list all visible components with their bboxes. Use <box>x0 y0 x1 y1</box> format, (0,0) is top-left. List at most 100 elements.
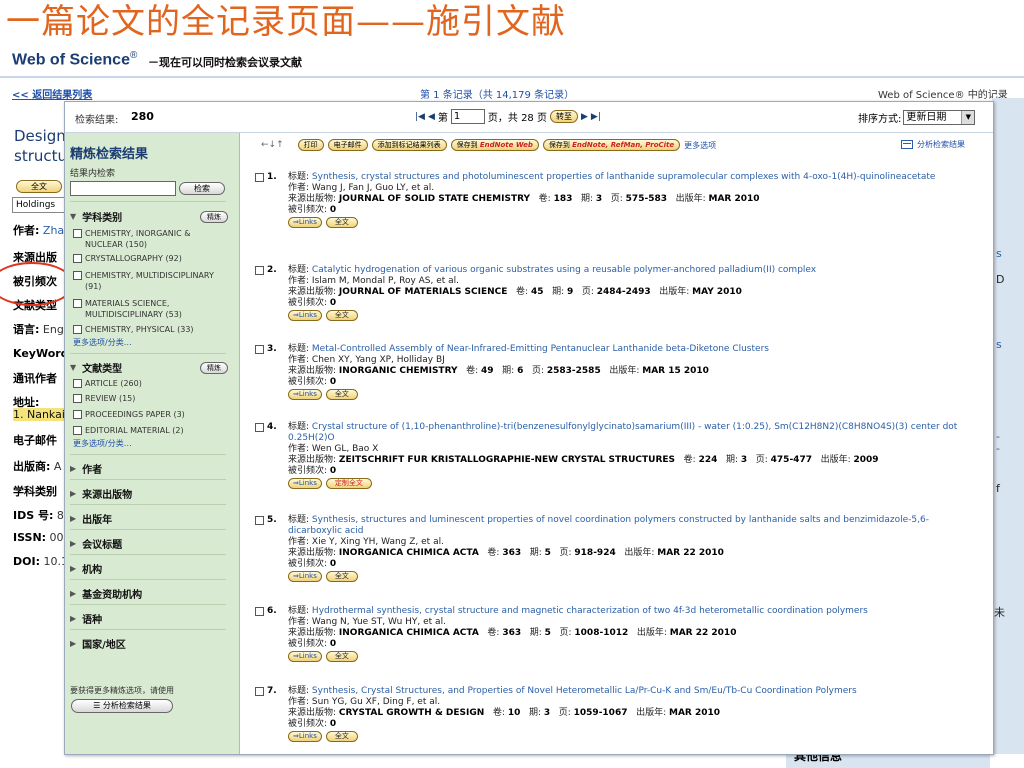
print-button[interactable]: 打印 <box>297 139 324 151</box>
holdings-select[interactable]: Holdings <box>12 197 71 213</box>
subject-category-item[interactable]: CHEMISTRY, PHYSICAL (33) <box>73 324 221 335</box>
more-options-link[interactable]: 更多选项/分类… <box>73 438 132 449</box>
doctype-item[interactable]: REVIEW (15) <box>73 393 221 404</box>
back-to-results-link[interactable]: << 返回结果列表 <box>12 86 92 101</box>
page-number-input[interactable]: 1 <box>450 109 485 124</box>
subject-category-item[interactable]: CHEMISTRY, MULTIDISCIPLINARY (91) <box>73 270 221 292</box>
checkbox[interactable] <box>73 410 82 419</box>
links-button[interactable]: ⇒Links <box>288 731 322 742</box>
result-title-link[interactable]: Synthesis, crystal structures and photol… <box>312 172 936 182</box>
results-count: 280 <box>131 110 154 123</box>
author-label: 作者: <box>288 617 310 627</box>
checkbox[interactable] <box>255 516 264 525</box>
checkbox[interactable] <box>255 173 264 182</box>
vol-label: 卷: <box>487 628 500 638</box>
doctype-item[interactable]: EDITORIAL MATERIAL (2) <box>73 425 221 436</box>
collapsed-facet-header[interactable]: ▶ 出版年 <box>70 511 230 526</box>
fulltext-button[interactable]: 全文 <box>325 217 358 228</box>
go-to-page-button[interactable]: 转至 <box>549 110 578 123</box>
checkbox[interactable] <box>73 299 82 308</box>
links-button[interactable]: ⇒Links <box>288 478 322 489</box>
fulltext-button[interactable]: 全文 <box>325 731 358 742</box>
checkbox[interactable] <box>255 687 264 696</box>
endnote-web-label: EndNote Web <box>479 141 533 149</box>
pages-label: 页: <box>559 548 572 558</box>
result-cited-line: 被引频次: 0 <box>288 466 982 477</box>
title-label: 标题: <box>288 422 310 432</box>
collapsed-facet-header[interactable]: ▶ 来源出版物 <box>70 486 230 501</box>
links-button[interactable]: ⇒Links <box>288 651 322 662</box>
result-source: ZEITSCHRIFT FUR KRISTALLOGRAPHIE-NEW CRY… <box>338 455 676 465</box>
add-to-marked-list-button[interactable]: 添加到标记结果列表 <box>371 139 447 151</box>
links-button[interactable]: ⇒Links <box>288 310 322 321</box>
checkbox[interactable] <box>73 394 82 403</box>
collapsed-facet-header[interactable]: ▶ 语种 <box>70 611 230 626</box>
collapsed-facet-header[interactable]: ▶ 会议标题 <box>70 536 230 551</box>
checkbox[interactable] <box>73 379 82 388</box>
links-button[interactable]: ⇒Links <box>288 389 322 400</box>
search-within-button[interactable]: 检索 <box>179 182 225 195</box>
pages-label: 页: <box>531 366 544 376</box>
checkbox[interactable] <box>73 254 82 263</box>
sort-label: 排序方式: <box>858 114 902 125</box>
collapsed-facet-header[interactable]: ▶ 国家/地区 <box>70 636 230 651</box>
result-index: 4. <box>267 422 277 432</box>
next-page-icon[interactable]: ▶ <box>581 112 588 122</box>
subject-category-item[interactable]: MATERIALS SCIENCE, MULTIDISCIPLINARY (53… <box>73 298 221 320</box>
first-page-icon[interactable]: |◀ <box>415 112 425 122</box>
sort-select[interactable]: 更新日期 ▼ <box>903 110 976 125</box>
links-label: Links <box>298 218 317 226</box>
result-source-line: 来源出版物: JOURNAL OF MATERIALS SCIENCE 卷: 4… <box>288 287 982 298</box>
result-volume: 183 <box>553 194 573 204</box>
checkbox[interactable] <box>255 266 264 275</box>
result-title-link[interactable]: Catalytic hydrogenation of various organ… <box>312 265 816 275</box>
result-title-link[interactable]: Crystal structure of (1,10-phenanthrolin… <box>288 422 957 443</box>
doctype-item[interactable]: PROCEEDINGS PAPER (3) <box>73 409 221 420</box>
fulltext-button[interactable]: 全文 <box>325 651 358 662</box>
checkbox[interactable] <box>73 325 82 334</box>
doctype-header[interactable]: ▼ 文献类型 精炼 <box>70 360 228 375</box>
fulltext-button[interactable]: 全文 <box>325 389 358 400</box>
save-to-endnote-refman-button[interactable]: 保存到 EndNote, RefMan, ProCite <box>542 139 681 151</box>
refine-subject-button[interactable]: 精炼 <box>200 210 228 223</box>
links-button[interactable]: ⇒Links <box>288 217 322 228</box>
collapsed-facet-header[interactable]: ▶ 基金资助机构 <box>70 586 230 601</box>
checkbox[interactable] <box>73 271 82 280</box>
result-pages: 475-477 <box>770 455 812 465</box>
analyze-results-button[interactable]: ☰ 分析检索结果 <box>71 699 173 713</box>
collapsed-facet-header[interactable]: ▶ 作者 <box>70 461 230 476</box>
result-title-link[interactable]: Synthesis, Crystal Structures, and Prope… <box>312 686 857 696</box>
checkbox[interactable] <box>255 423 264 432</box>
result-title-link[interactable]: Hydrothermal synthesis, crystal structur… <box>312 606 868 616</box>
fulltext-button[interactable]: 全文 <box>325 310 358 321</box>
refine-doctype-button[interactable]: 精炼 <box>200 361 228 374</box>
fulltext-button[interactable]: 全文 <box>325 571 358 582</box>
record-navigation[interactable]: 第 1 条记录（共 14,179 条记录） <box>420 86 574 101</box>
more-options-link[interactable]: 更多选项/分类… <box>73 337 132 348</box>
links-button[interactable]: ⇒Links <box>288 571 322 582</box>
save-to-endnote-web-button[interactable]: 保存到 EndNote Web <box>450 139 539 151</box>
result-title-link[interactable]: Synthesis, structures and luminescent pr… <box>288 515 929 536</box>
record-fulltext-button[interactable]: 全文 <box>16 180 62 193</box>
fulltext-button[interactable]: 定制全文 <box>325 478 372 489</box>
analyze-results-link[interactable]: 分析检索结果 <box>901 139 965 150</box>
search-within-input[interactable] <box>70 181 176 196</box>
checkbox[interactable] <box>73 426 82 435</box>
divider <box>70 454 226 455</box>
subject-category-item[interactable]: CHEMISTRY, INORGANIC & NUCLEAR (150) <box>73 228 221 250</box>
last-page-icon[interactable]: ▶| <box>591 112 601 122</box>
checkbox[interactable] <box>73 229 82 238</box>
doctype-item[interactable]: ARTICLE (260) <box>73 378 221 389</box>
checkbox[interactable] <box>255 345 264 354</box>
subject-category-item[interactable]: CRYSTALLOGRAPHY (92) <box>73 253 221 264</box>
subject-category-header[interactable]: ▼ 学科类别 精炼 <box>70 209 228 224</box>
result-pages: 918-924 <box>574 548 616 558</box>
prev-page-icon[interactable]: ◀ <box>428 112 435 122</box>
result-title-link[interactable]: Metal-Controlled Assembly of Near-Infrar… <box>312 344 769 354</box>
result-buttons: ⇒Links 全文 <box>288 731 982 742</box>
more-options-link[interactable]: 更多选项 <box>684 140 716 151</box>
email-button[interactable]: 电子邮件 <box>327 139 368 151</box>
collapsed-facet-header[interactable]: ▶ 机构 <box>70 561 230 576</box>
divider <box>70 604 226 605</box>
checkbox[interactable] <box>255 607 264 616</box>
